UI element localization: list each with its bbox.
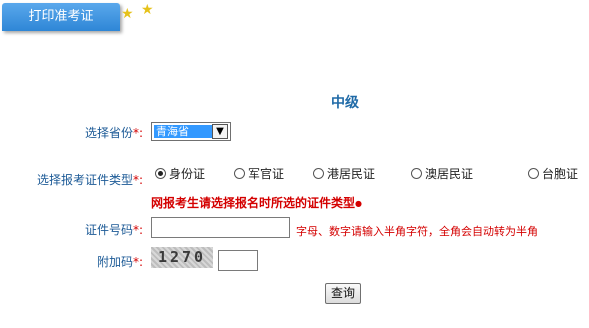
radio-hk-resident[interactable]: 港居民证 [313, 165, 375, 182]
cert-type-label-text: 选择报考证件类型 [37, 173, 134, 187]
radio-id-card[interactable]: 身份证 [155, 165, 205, 182]
required-mark: *: [133, 173, 144, 187]
province-label: 选择省份*: [85, 124, 143, 141]
cert-type-label: 选择报考证件类型*: [37, 171, 143, 188]
province-label-text: 选择省份 [85, 126, 134, 140]
radio-dot[interactable] [528, 168, 539, 179]
radio-label: 港居民证 [327, 167, 376, 181]
cert-type-warning: 网报考生请选择报名时所选的证件类型● [151, 194, 362, 211]
query-button[interactable]: 查询 [325, 283, 361, 304]
star-icon: ★ [141, 2, 154, 18]
radio-label: 身份证 [169, 167, 206, 181]
radio-dot[interactable] [234, 168, 245, 179]
warning-bullet: ● [355, 199, 362, 208]
required-mark: *: [133, 255, 144, 269]
radio-label: 澳居民证 [425, 167, 474, 181]
required-mark: *: [133, 126, 144, 140]
cert-number-label-text: 证件号码 [85, 223, 134, 237]
required-mark: *: [133, 223, 144, 237]
captcha-label-text: 附加码 [97, 255, 134, 269]
star-icon: ★ [121, 6, 134, 22]
province-select[interactable]: 青海省 ▼ [151, 122, 231, 141]
cert-number-label: 证件号码*: [85, 221, 143, 238]
captcha-input[interactable] [218, 250, 258, 271]
radio-dot[interactable] [313, 168, 324, 179]
radio-dot[interactable] [411, 168, 422, 179]
page-title: 中级 [331, 95, 359, 111]
radio-label: 军官证 [248, 167, 285, 181]
radio-macau-resident[interactable]: 澳居民证 [411, 165, 473, 182]
cert-number-input[interactable] [151, 217, 290, 238]
captcha-label: 附加码*: [97, 253, 143, 270]
province-selected-value: 青海省 [154, 125, 212, 138]
radio-military-card[interactable]: 军官证 [234, 165, 284, 182]
radio-taiwan-card[interactable]: 台胞证 [528, 165, 578, 182]
warning-text: 网报考生请选择报名时所选的证件类型 [151, 196, 356, 210]
chevron-down-icon[interactable]: ▼ [212, 124, 228, 139]
captcha-image[interactable]: 1270 [151, 247, 213, 268]
cert-number-hint: 字母、数字请输入半角字符，全角会自动转为半角 [296, 225, 538, 238]
radio-dot-checked[interactable] [155, 168, 166, 179]
tab-label: 打印准考证 [28, 9, 94, 24]
radio-label: 台胞证 [542, 167, 579, 181]
tab-print-admission-ticket[interactable]: 打印准考证 [2, 3, 120, 31]
